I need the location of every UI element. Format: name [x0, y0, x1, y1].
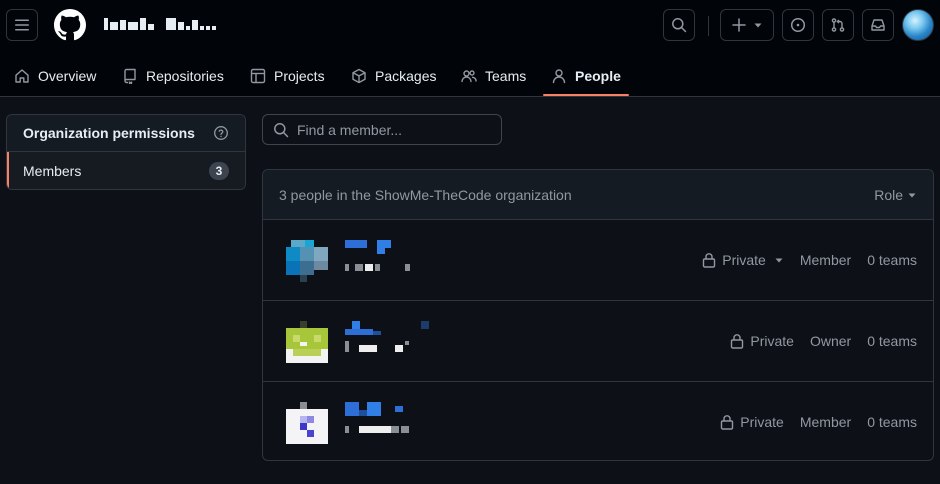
member-role: Member — [799, 414, 852, 430]
members-count-badge: 3 — [209, 161, 229, 180]
visibility-label: Private — [740, 414, 784, 430]
members-list: 3 people in the ShowMe-TheCode organizat… — [262, 169, 934, 461]
member-teams-count[interactable]: 0 teams — [867, 414, 917, 430]
header-divider — [708, 16, 709, 36]
tab-label: Repositories — [146, 68, 224, 84]
member-avatar[interactable] — [286, 402, 328, 444]
tab-people[interactable]: People — [551, 56, 621, 96]
three-bars-icon — [15, 19, 29, 31]
tab-repositories[interactable]: Repositories — [122, 56, 224, 96]
triangle-down-icon — [775, 258, 783, 263]
role-filter-dropdown[interactable]: Role — [874, 187, 917, 203]
members-summary: 3 people in the ShowMe-TheCode organizat… — [279, 186, 572, 203]
issues-button[interactable] — [782, 9, 814, 41]
tab-label: Packages — [375, 68, 437, 84]
tab-packages[interactable]: Packages — [351, 56, 436, 96]
package-icon — [352, 68, 366, 84]
visibility-label: Private — [722, 252, 766, 268]
tab-teams[interactable]: Teams — [461, 56, 526, 96]
lock-icon — [703, 253, 716, 268]
sidebar-title: Organization permissions — [23, 125, 195, 141]
member-teams-count[interactable]: 0 teams — [867, 252, 917, 268]
member-teams-count[interactable]: 0 teams — [867, 333, 917, 349]
table-icon — [250, 68, 266, 84]
member-avatar[interactable] — [286, 321, 328, 363]
inbox-button[interactable] — [862, 9, 894, 41]
create-new-button[interactable] — [720, 9, 774, 41]
find-member-search[interactable] — [262, 114, 502, 145]
lock-icon — [721, 415, 734, 430]
question-icon[interactable] — [213, 125, 229, 141]
selected-tab-indicator — [543, 94, 629, 96]
member-role: Owner — [809, 333, 852, 349]
tab-label: Teams — [485, 68, 527, 84]
search-icon — [274, 122, 289, 137]
person-icon — [552, 69, 566, 84]
org-name-redacted[interactable] — [104, 13, 216, 35]
user-avatar[interactable] — [902, 9, 934, 41]
tab-label: People — [575, 68, 621, 84]
people-icon — [461, 70, 477, 83]
find-member-input[interactable] — [297, 121, 487, 138]
tab-overview[interactable]: Overview — [14, 56, 96, 96]
visibility-dropdown[interactable]: Private — [702, 252, 784, 268]
repo-icon — [124, 68, 136, 84]
triangle-down-icon — [754, 23, 762, 28]
github-logo-link[interactable] — [54, 9, 86, 41]
member-avatar[interactable] — [286, 240, 328, 282]
member-meta: Private Member 0 teams — [720, 412, 917, 432]
open-menu-button[interactable] — [6, 9, 38, 41]
sidebar-header: Organization permissions — [7, 115, 245, 152]
member-meta: Private Owner 0 teams — [730, 331, 917, 351]
issue-opened-icon — [790, 17, 806, 33]
search-icon — [672, 18, 687, 33]
sidebar-item-label: Members — [23, 162, 82, 179]
member-meta: Private Member 0 teams — [702, 250, 917, 270]
visibility-status: Private — [730, 333, 794, 349]
tab-label: Overview — [38, 68, 97, 84]
permissions-sidebar: Organization permissions Members 3 — [6, 114, 246, 190]
members-list-header: 3 people in the ShowMe-TheCode organizat… — [263, 170, 933, 220]
github-mark-icon — [54, 9, 86, 41]
plus-icon — [732, 18, 746, 32]
inbox-icon — [871, 19, 885, 31]
tab-label: Projects — [274, 68, 325, 84]
home-icon — [15, 69, 29, 83]
visibility-label: Private — [750, 333, 794, 349]
triangle-down-icon — [908, 193, 916, 197]
table-row: Private Member 0 teams — [263, 220, 933, 301]
tab-projects[interactable]: Projects — [250, 56, 325, 96]
search-button[interactable] — [663, 9, 695, 41]
git-pull-request-icon — [831, 18, 845, 32]
lock-icon — [731, 334, 744, 349]
pull-requests-button[interactable] — [822, 9, 854, 41]
table-row: Private Owner 0 teams — [263, 301, 933, 382]
visibility-status: Private — [720, 414, 784, 430]
sidebar-item-members[interactable]: Members 3 — [7, 152, 245, 189]
member-role: Member — [799, 252, 852, 268]
global-header: Overview Repositories Projects Packages … — [0, 0, 940, 97]
table-row: Private Member 0 teams — [263, 382, 933, 460]
role-filter-label: Role — [874, 186, 903, 203]
